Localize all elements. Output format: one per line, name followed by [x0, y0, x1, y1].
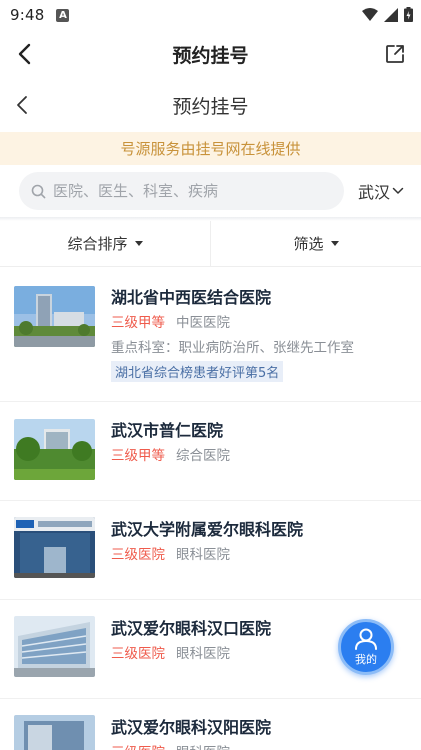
hospital-grade: 三级医院 [111, 646, 165, 662]
filter-label: 筛选 [293, 235, 324, 253]
back-arrow-icon [18, 43, 31, 65]
signal-icon [384, 7, 398, 22]
share-external-icon [386, 45, 404, 63]
hospital-photo [14, 616, 95, 677]
hospital-photo [14, 517, 95, 578]
hospital-name: 武汉市普仁医院 [111, 421, 224, 440]
hospital-grade: 三级医院 [111, 741, 165, 750]
status-time: 9:48 [10, 6, 45, 24]
filter-bar: 综合排序 筛选 [0, 221, 421, 266]
hospital-photo [14, 286, 95, 347]
chevron-down-icon [392, 187, 404, 194]
hospital-grade: 三级甲等 [111, 315, 165, 331]
web-header: 预约挂号 [0, 78, 421, 132]
sort-label: 综合排序 [67, 235, 128, 253]
notification-icon: A [56, 8, 70, 22]
status-bar: 9:48 A [0, 0, 421, 30]
my-profile-label: 我的 [355, 652, 377, 666]
battery-icon [404, 7, 413, 22]
hospital-item[interactable]: 武汉市普仁医院 三级甲等 综合医院 [0, 402, 421, 501]
search-box[interactable] [19, 172, 344, 210]
ranking-badge: 湖北省综合榜患者好评第5名 [111, 361, 284, 382]
hospital-photo [14, 419, 95, 480]
hospital-name: 武汉大学附属爱尔眼科医院 [111, 520, 304, 539]
hospital-name: 武汉爱尔眼科汉口医院 [111, 619, 272, 638]
hospital-type: 综合医院 [176, 448, 230, 464]
chevron-left-icon [17, 96, 27, 114]
hospital-item[interactable]: 武汉爱尔眼科汉阳医院 三级医院 眼科医院 [0, 699, 421, 750]
wifi-icon [362, 7, 378, 21]
search-input[interactable] [53, 182, 323, 200]
share-button[interactable] [381, 40, 409, 68]
user-icon [355, 628, 377, 650]
sort-dropdown[interactable]: 综合排序 [0, 221, 210, 266]
search-icon [31, 184, 46, 198]
hospital-item[interactable]: 湖北省中西医结合医院 三级甲等 中医医院 重点科室：职业病防治所、张继先工作室 … [0, 267, 421, 402]
hospital-photo [14, 715, 95, 750]
hospital-type: 眼科医院 [176, 547, 230, 563]
back-button[interactable] [10, 40, 38, 68]
hospital-list: 湖北省中西医结合医院 三级甲等 中医医院 重点科室：职业病防治所、张继先工作室 … [0, 267, 421, 750]
hospital-type: 眼科医院 [176, 741, 230, 750]
service-notice: 号源服务由挂号网在线提供 [0, 132, 421, 165]
hospital-type: 中医医院 [176, 315, 230, 331]
key-departments: 重点科室：职业病防治所、张继先工作室 [111, 340, 354, 356]
hospital-grade: 三级甲等 [111, 448, 165, 464]
city-label: 武汉 [358, 183, 391, 202]
search-row: 武汉 [0, 165, 421, 217]
page-title: 预约挂号 [172, 44, 249, 67]
hospital-name: 湖北省中西医结合医院 [111, 288, 272, 307]
filter-dropdown[interactable]: 筛选 [211, 221, 421, 266]
hospital-item[interactable]: 武汉大学附属爱尔眼科医院 三级医院 眼科医院 [0, 501, 421, 600]
caret-down-icon [330, 241, 339, 246]
hospital-type: 眼科医院 [176, 646, 230, 662]
status-icons [362, 7, 413, 22]
my-profile-button[interactable]: 我的 [338, 619, 394, 675]
hospital-name: 武汉爱尔眼科汉阳医院 [111, 718, 272, 737]
caret-down-icon [134, 241, 143, 246]
web-page-title: 预约挂号 [172, 95, 249, 118]
city-selector[interactable]: 武汉 [358, 179, 404, 203]
app-bar: 预约挂号 [0, 30, 421, 78]
web-back-button[interactable] [8, 91, 36, 119]
hospital-grade: 三级医院 [111, 547, 165, 563]
